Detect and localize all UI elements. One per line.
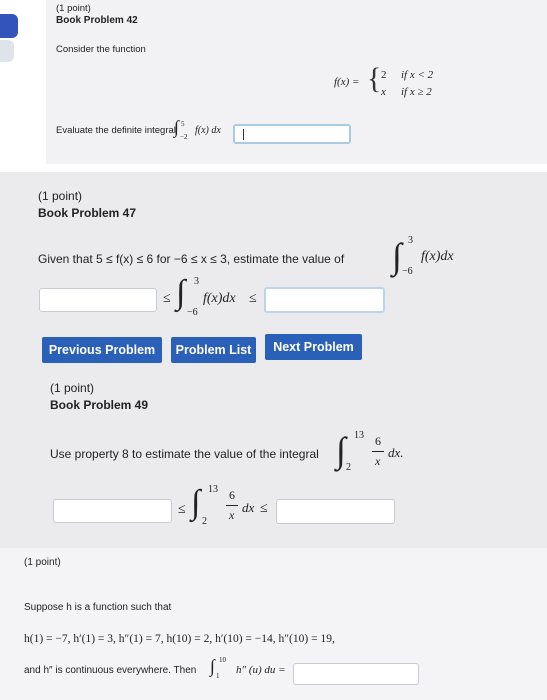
case-1-condition: if x < 2 — [401, 69, 434, 81]
problem-42-points: (1 point) — [56, 3, 91, 14]
fraction-bar — [372, 451, 384, 452]
sidebar-tab-active[interactable] — [0, 14, 18, 38]
less-equal-sign: ≤ — [178, 502, 186, 517]
integral-upper-limit: 5 — [181, 120, 185, 128]
less-equal-sign: ≤ — [163, 291, 171, 306]
integral-lower-limit: −6 — [187, 307, 198, 318]
previous-problem-button[interactable]: Previous Problem — [42, 337, 162, 363]
integral-sign: ∫ — [174, 117, 179, 137]
fraction-denominator: x — [375, 454, 381, 468]
problem-49-points: (1 point) — [50, 381, 95, 395]
sidebar-tab[interactable] — [0, 40, 14, 62]
integral-upper-limit: 3 — [194, 276, 199, 287]
problem-47-title: Book Problem 47 — [38, 206, 137, 220]
problem-h-points: (1 point) — [24, 557, 61, 568]
integral-integrand: f(x)dx — [203, 291, 236, 306]
problem-49-question: Use property 8 to estimate the value of … — [50, 447, 319, 461]
integral-lower-limit: −2 — [180, 133, 188, 141]
problem-h-answer-input[interactable] — [293, 663, 419, 685]
problem-42-intro: Consider the function — [56, 44, 146, 55]
problem-49-lower-bound-input[interactable] — [53, 499, 172, 523]
case-2-condition: if x ≥ 2 — [401, 86, 432, 98]
case-1-value: 2 — [381, 69, 387, 81]
integral-sign: ∫ — [336, 430, 346, 470]
problem-47-question: Given that 5 ≤ f(x) ≤ 6 for −6 ≤ x ≤ 3, … — [38, 252, 345, 266]
integral-integrand: h″ (u) du = — [236, 664, 286, 676]
problem-49-title: Book Problem 49 — [50, 398, 149, 412]
problem-42-question: Evaluate the definite integral — [56, 125, 176, 136]
integral-integrand: f(x) dx — [195, 125, 221, 136]
integral-sign: ∫ — [176, 274, 186, 311]
problem-42-answer-input[interactable] — [233, 124, 351, 144]
integral-upper-limit: 13 — [354, 430, 364, 441]
piecewise-brace: { — [367, 62, 382, 95]
problem-47-lower-bound-input[interactable] — [39, 288, 157, 312]
fraction-numerator: 6 — [229, 488, 235, 502]
less-equal-sign: ≤ — [249, 291, 257, 306]
integral-integrand: f(x)dx — [421, 249, 454, 264]
less-equal-sign: ≤ — [260, 501, 268, 516]
differential: dx. — [388, 445, 404, 460]
integral-sign: ∫ — [392, 236, 402, 276]
integral-upper-limit: 10 — [219, 656, 226, 664]
integral-lower-limit: 2 — [346, 462, 351, 473]
problem-47-upper-bound-input[interactable] — [264, 287, 385, 313]
case-2-value: x — [381, 86, 386, 98]
problem-49-upper-bound-input[interactable] — [276, 499, 395, 524]
integral-upper-limit: 3 — [408, 235, 413, 246]
function-name: f(x) = — [334, 76, 360, 88]
problem-42-title: Book Problem 42 — [56, 15, 138, 26]
problem-h-intro: Suppose h is a function such that — [24, 602, 172, 613]
fraction-denominator: x — [229, 508, 235, 522]
integral-lower-limit: −6 — [402, 266, 413, 277]
problem-h-panel — [0, 548, 547, 700]
fraction-bar — [226, 505, 238, 506]
integral-sign: ∫ — [191, 484, 201, 521]
fraction-numerator: 6 — [375, 434, 381, 448]
integral-lower-limit: 2 — [202, 516, 207, 527]
differential: dx — [242, 500, 255, 515]
problem-47-points: (1 point) — [38, 189, 83, 203]
problem-list-button[interactable]: Problem List — [171, 337, 256, 363]
problem-h-question: and h″ is continuous everywhere. Then — [24, 665, 197, 676]
problem-h-values: h(1) = −7, h′(1) = 3, h″(1) = 7, h(10) =… — [24, 633, 335, 645]
text-cursor — [243, 129, 244, 140]
next-problem-button[interactable]: Next Problem — [265, 334, 362, 360]
integral-upper-limit: 13 — [208, 484, 218, 495]
integral-lower-limit: 1 — [216, 672, 220, 680]
integral-sign: ∫ — [210, 656, 215, 676]
